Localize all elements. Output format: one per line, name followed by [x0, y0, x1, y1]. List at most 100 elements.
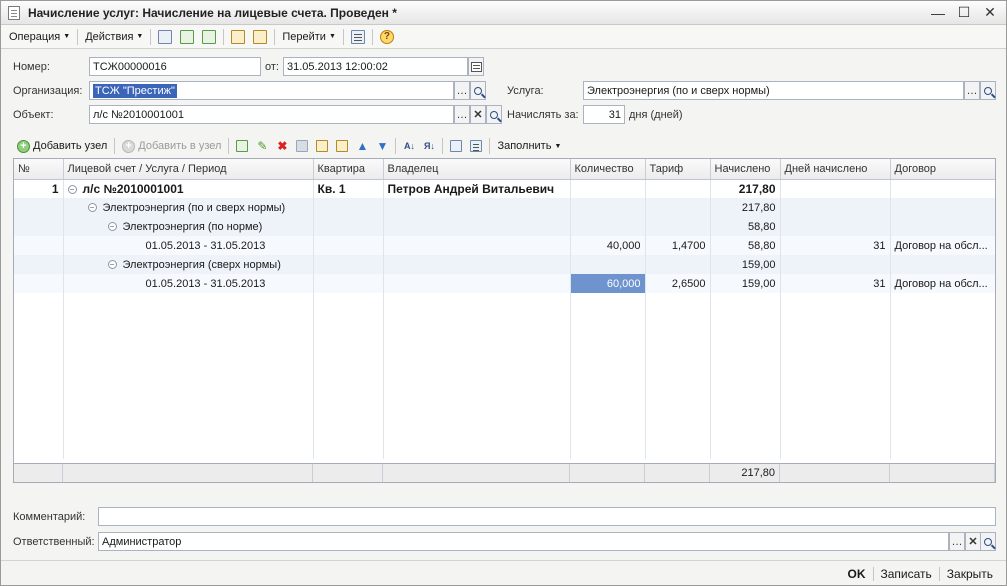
- col-contract[interactable]: Договор: [890, 159, 995, 180]
- pencil-icon: ✎: [257, 139, 268, 153]
- responsible-select-button[interactable]: …: [949, 532, 965, 551]
- organization-field[interactable]: ТСЖ "Престиж": [89, 81, 454, 100]
- structure-button[interactable]: [227, 27, 249, 47]
- row-charged: 58,80: [710, 217, 781, 236]
- object-clear-button[interactable]: ✕: [470, 105, 486, 124]
- table-row[interactable]: 01.05.2013 - 31.05.2013 40,000 1,4700 58…: [14, 236, 995, 255]
- row-charged: 58,80: [710, 236, 781, 255]
- operation-menu[interactable]: Операция ▼: [5, 27, 74, 47]
- calendar-button[interactable]: [468, 57, 484, 76]
- collapse-node-icon[interactable]: −: [87, 203, 97, 213]
- movements-button[interactable]: [249, 27, 271, 47]
- edit-row-button[interactable]: ✎: [252, 137, 272, 155]
- charge-days-field[interactable]: 31: [583, 105, 625, 124]
- ok-button[interactable]: OK: [841, 565, 873, 583]
- responsible-clear-button[interactable]: ✕: [965, 532, 981, 551]
- refresh-button[interactable]: [176, 27, 198, 47]
- close-button[interactable]: Закрыть: [940, 565, 1000, 583]
- close-icon[interactable]: ✕: [980, 4, 1000, 21]
- row-quantity: [570, 217, 646, 236]
- object-select-button[interactable]: …: [454, 105, 470, 124]
- row-contract[interactable]: Договор на обсл...: [890, 236, 995, 255]
- maximize-icon[interactable]: ☐: [954, 4, 974, 21]
- object-field[interactable]: л/с №2010001001: [89, 105, 454, 124]
- sort-desc-button[interactable]: Я↓: [419, 137, 439, 155]
- window-title: Начисление услуг: Начисление на лицевые …: [28, 5, 397, 20]
- row-number: 1: [14, 179, 64, 198]
- row-contract: [890, 198, 995, 217]
- table-row[interactable]: 01.05.2013 - 31.05.2013 60,000 2,6500 15…: [14, 274, 995, 293]
- settings-button[interactable]: [466, 137, 486, 155]
- copy-button[interactable]: [198, 27, 220, 47]
- row-owner: [383, 274, 571, 293]
- service-label: Услуга:: [507, 85, 544, 97]
- end-edit-button[interactable]: [292, 137, 312, 155]
- col-flat[interactable]: Квартира: [313, 159, 384, 180]
- row-owner: [383, 255, 571, 274]
- table-row[interactable]: − Электроэнергия (по норме) 58,80: [14, 217, 995, 236]
- print-icon: [450, 140, 463, 152]
- col-charged[interactable]: Начислено: [710, 159, 781, 180]
- list-icon: [350, 29, 365, 44]
- post-document-button[interactable]: [154, 27, 176, 47]
- object-value: л/с №2010001001: [93, 108, 185, 121]
- col-days-charged[interactable]: Дней начислено: [780, 159, 891, 180]
- col-number[interactable]: №: [14, 159, 64, 180]
- responsible-field[interactable]: Администратор: [98, 532, 949, 551]
- structure-icon: [231, 29, 246, 44]
- col-tariff[interactable]: Тариф: [645, 159, 711, 180]
- number-value: ТСЖ00000016: [93, 60, 167, 73]
- help-button[interactable]: ?: [376, 27, 398, 47]
- col-owner[interactable]: Владелец: [383, 159, 571, 180]
- table-row[interactable]: 1 − л/с №2010001001 Кв. 1 Петров Андрей В…: [14, 179, 995, 198]
- service-select-button[interactable]: …: [964, 81, 980, 100]
- responsible-open-button[interactable]: [980, 532, 996, 551]
- col-account[interactable]: Лицевой счет / Услуга / Период: [63, 159, 314, 180]
- table-row[interactable]: − Электроэнергия (сверх нормы) 159,00: [14, 255, 995, 274]
- refresh-icon: [180, 29, 195, 44]
- service-field[interactable]: Электроэнергия (по и сверх нормы): [583, 81, 964, 100]
- collapse-node-icon[interactable]: −: [107, 222, 117, 232]
- fill-menu[interactable]: Заполнить ▼: [493, 137, 565, 155]
- fill-menu-label: Заполнить: [497, 140, 552, 152]
- row-tariff[interactable]: 1,4700: [645, 236, 711, 255]
- object-open-button[interactable]: [486, 105, 502, 124]
- sort-asc-button[interactable]: А↓: [399, 137, 419, 155]
- row-account: − л/с №2010001001: [63, 179, 314, 198]
- collapse-tree-button[interactable]: [332, 137, 352, 155]
- print-button[interactable]: [446, 137, 466, 155]
- expand-tree-button[interactable]: [312, 137, 332, 155]
- magnifier-icon: [490, 110, 498, 119]
- organization-open-button[interactable]: [470, 81, 486, 100]
- row-contract: [890, 255, 995, 274]
- add-node-button[interactable]: + Добавить узел: [13, 137, 111, 155]
- move-down-button[interactable]: ▼: [372, 137, 392, 155]
- save-button[interactable]: Записать: [874, 565, 939, 583]
- add-to-node-button[interactable]: + Добавить в узел: [118, 137, 225, 155]
- date-field[interactable]: 31.05.2013 12:00:02: [283, 57, 468, 76]
- row-quantity[interactable]: 40,000: [570, 236, 646, 255]
- number-field[interactable]: ТСЖ00000016: [89, 57, 261, 76]
- copy-row-button[interactable]: [232, 137, 252, 155]
- list-button[interactable]: [347, 27, 369, 47]
- organization-select-button[interactable]: …: [454, 81, 470, 100]
- collapse-node-icon[interactable]: −: [67, 185, 77, 195]
- minimize-icon[interactable]: —: [928, 4, 948, 21]
- goto-menu[interactable]: Перейти ▼: [278, 27, 340, 47]
- movements-icon: [253, 29, 268, 44]
- actions-menu[interactable]: Действия ▼: [81, 27, 147, 47]
- collapse-node-icon[interactable]: −: [107, 260, 117, 270]
- service-open-button[interactable]: [980, 81, 996, 100]
- row-days: [780, 198, 891, 217]
- delete-row-button[interactable]: ✖: [272, 137, 292, 155]
- row-tariff[interactable]: 2,6500: [645, 274, 711, 293]
- table-row[interactable]: − Электроэнергия (по и сверх нормы) 217,8…: [14, 198, 995, 217]
- actions-menu-label: Действия: [85, 30, 134, 43]
- move-up-button[interactable]: ▲: [352, 137, 372, 155]
- row-quantity-selected[interactable]: 60,000: [570, 274, 646, 293]
- days-unit-label: дня (дней): [629, 109, 683, 121]
- col-quantity[interactable]: Количество: [570, 159, 646, 180]
- row-contract[interactable]: Договор на обсл...: [890, 274, 995, 293]
- row-number: [14, 198, 64, 217]
- comment-field[interactable]: [98, 507, 996, 526]
